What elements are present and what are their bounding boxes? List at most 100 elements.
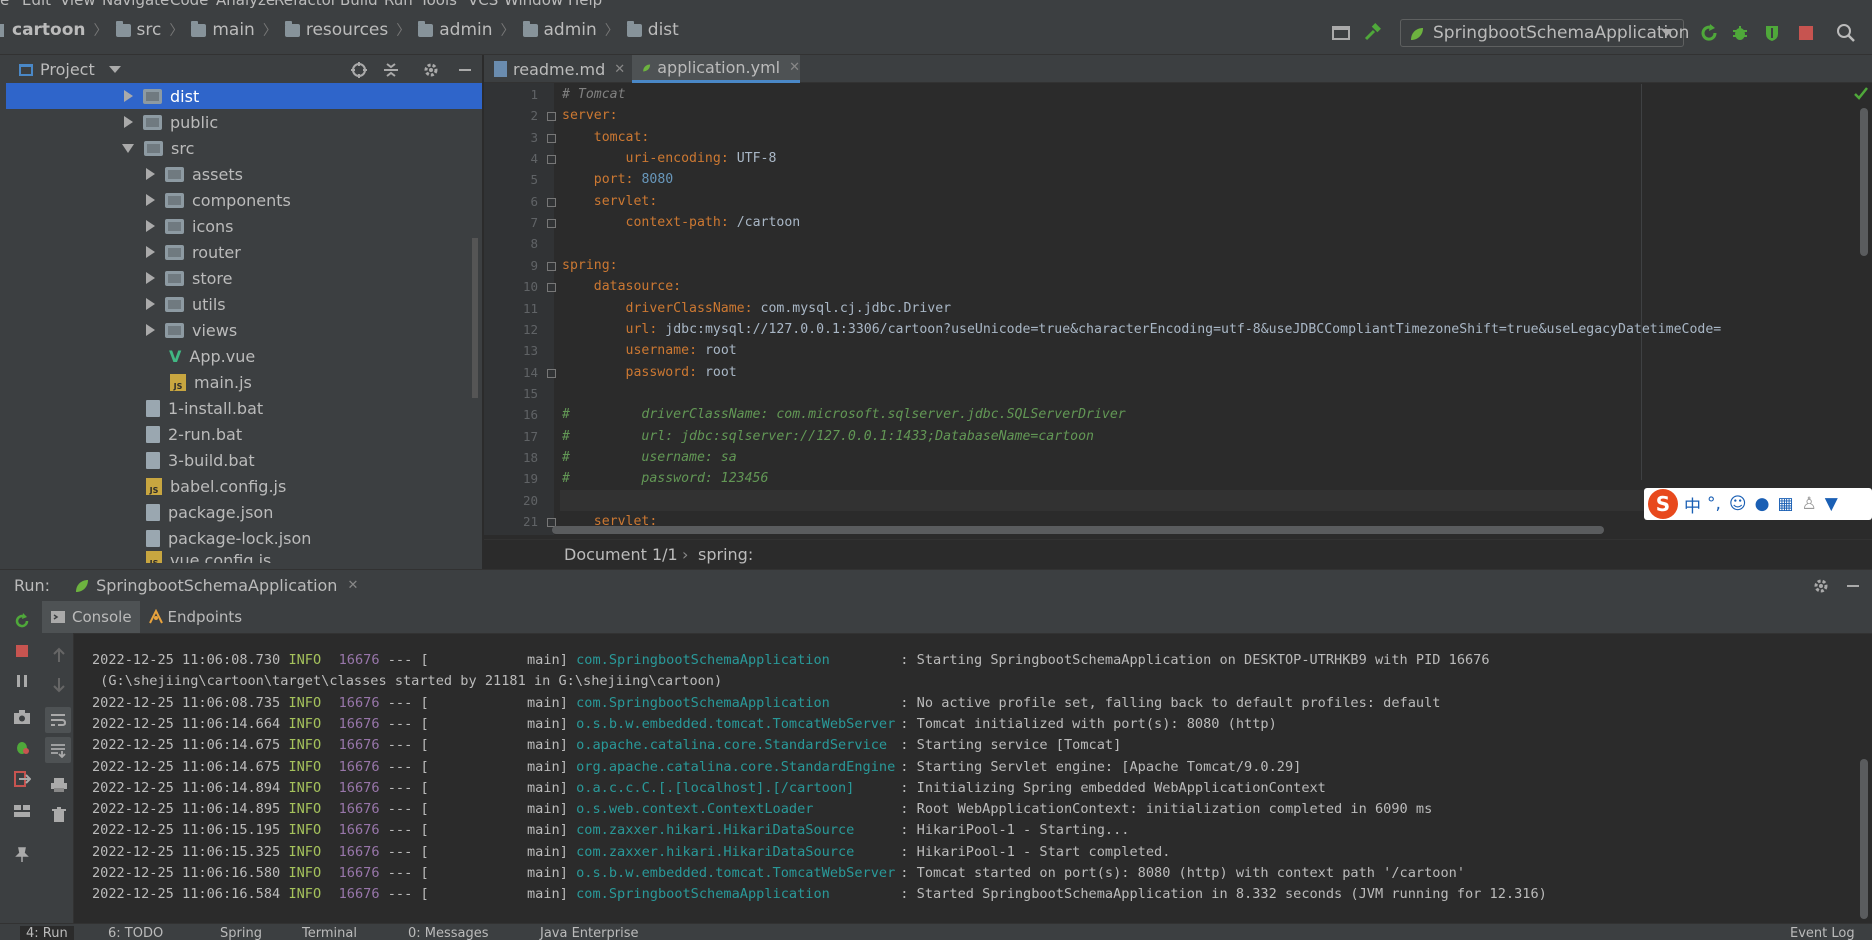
build-hammer-icon[interactable] xyxy=(1362,23,1382,43)
tree-item[interactable]: src xyxy=(6,135,482,161)
close-icon[interactable]: ✕ xyxy=(789,60,800,75)
fold-marker-icon[interactable] xyxy=(547,368,556,378)
user-icon[interactable]: ♙ xyxy=(1802,494,1817,514)
document-indicator[interactable]: Document 1/1 xyxy=(564,545,678,564)
console-output[interactable]: 2022-12-25 11:06:08.730 INFO 16676 --- [… xyxy=(74,633,1872,923)
tool-window-messages[interactable]: 0: Messages xyxy=(408,926,489,940)
fold-marker-icon[interactable] xyxy=(547,261,556,271)
tool-window-todo[interactable]: 6: TODO xyxy=(108,926,163,940)
menu-view[interactable]: View xyxy=(60,0,96,9)
menu-help[interactable]: Help xyxy=(568,0,602,9)
rerun-icon[interactable] xyxy=(1699,23,1719,43)
tree-item[interactable]: JS main.js xyxy=(6,369,482,395)
run-configuration-select[interactable]: SpringbootSchemaApplication xyxy=(1400,19,1689,47)
vertical-scrollbar[interactable] xyxy=(1860,108,1868,256)
tree-item[interactable]: 2-run.bat xyxy=(6,421,482,447)
tool-window-spring[interactable]: Spring xyxy=(220,926,262,940)
chevron-right-icon[interactable] xyxy=(124,116,133,128)
stop-icon[interactable] xyxy=(13,643,31,659)
ime-mode-label[interactable]: 中 xyxy=(1684,492,1701,517)
search-icon[interactable] xyxy=(1836,23,1856,43)
chevron-down-icon[interactable] xyxy=(108,66,121,73)
chevron-right-icon[interactable] xyxy=(146,298,155,310)
chevron-right-icon[interactable] xyxy=(146,220,155,232)
breadcrumb-item[interactable]: resources 〉 xyxy=(277,20,410,40)
tree-item[interactable]: components xyxy=(6,187,482,213)
fold-marker-icon[interactable] xyxy=(547,197,556,207)
chevron-right-icon[interactable] xyxy=(146,324,155,336)
tab-readme[interactable]: readme.md ✕ xyxy=(484,55,628,83)
exit-icon[interactable] xyxy=(13,771,31,787)
run-config-tab[interactable]: SpringbootSchemaApplication xyxy=(96,576,337,595)
gear-icon[interactable] xyxy=(422,61,440,79)
minimize-icon[interactable] xyxy=(456,61,474,79)
console-scrollbar[interactable] xyxy=(1860,759,1868,919)
menu-code[interactable]: Code xyxy=(170,0,208,9)
tree-item[interactable]: package-lock.json xyxy=(6,525,482,551)
scroll-to-end-toggle[interactable] xyxy=(45,737,71,763)
menu-window[interactable]: Window xyxy=(504,0,563,9)
fold-marker-icon[interactable] xyxy=(547,133,556,143)
pin-icon[interactable] xyxy=(13,847,31,863)
locate-icon[interactable] xyxy=(350,61,368,79)
trash-icon[interactable] xyxy=(50,807,68,823)
tree-item[interactable]: assets xyxy=(6,161,482,187)
fold-marker-icon[interactable] xyxy=(547,219,556,229)
project-title[interactable]: Project xyxy=(40,60,95,79)
debug-settings-icon[interactable] xyxy=(13,739,31,755)
close-icon[interactable]: ✕ xyxy=(347,578,358,593)
breadcrumb-item[interactable]: main 〉 xyxy=(183,20,277,40)
pause-icon[interactable] xyxy=(13,673,31,689)
punctuation-icon[interactable]: °, xyxy=(1707,494,1721,514)
menu-navigate[interactable]: Navigate xyxy=(102,0,169,9)
microphone-icon[interactable]: ● xyxy=(1755,494,1770,514)
collapse-all-icon[interactable] xyxy=(382,61,400,79)
stop-icon[interactable] xyxy=(1796,23,1816,43)
layout-icon[interactable] xyxy=(13,803,31,819)
tool-window-run[interactable]: 4: Run xyxy=(20,926,74,940)
fold-marker-icon[interactable] xyxy=(547,283,556,293)
chevron-down-icon[interactable] xyxy=(122,143,134,153)
menu-edit[interactable]: Edit xyxy=(22,0,51,9)
menu-tools[interactable]: Tools xyxy=(420,0,457,9)
breadcrumb-item[interactable]: src 〉 xyxy=(108,20,183,40)
keyboard-icon[interactable]: ▦ xyxy=(1777,494,1793,514)
menu-refactor[interactable]: Refactor xyxy=(274,0,337,9)
soft-wrap-toggle[interactable] xyxy=(45,707,71,733)
tree-item[interactable]: store xyxy=(6,265,482,291)
camera-icon[interactable] xyxy=(13,709,31,725)
tool-window-event-log[interactable]: Event Log xyxy=(1790,926,1855,940)
breadcrumb-item[interactable]: admin 〉 xyxy=(410,20,515,40)
tree-item[interactable]: package.json xyxy=(6,499,482,525)
coverage-icon[interactable] xyxy=(1762,23,1782,43)
tree-item[interactable]: JSvue.config.js xyxy=(6,551,482,563)
chevron-right-icon[interactable] xyxy=(146,272,155,284)
minimize-icon[interactable] xyxy=(1844,577,1862,595)
fold-marker-icon[interactable] xyxy=(547,155,556,165)
yaml-path[interactable]: spring: xyxy=(698,545,753,564)
tree-scrollbar[interactable] xyxy=(472,238,478,398)
chevron-right-icon[interactable] xyxy=(146,194,155,206)
horizontal-scrollbar[interactable] xyxy=(552,526,1604,534)
arrow-down-icon[interactable] xyxy=(50,677,68,693)
tree-item[interactable]: public xyxy=(6,109,482,135)
tool-window-java-enterprise[interactable]: Java Enterprise xyxy=(540,926,638,940)
close-icon[interactable]: ✕ xyxy=(614,62,625,77)
breadcrumb-item[interactable]: cartoon 〉 xyxy=(0,20,108,40)
chevron-right-icon[interactable] xyxy=(124,90,133,102)
menu-run[interactable]: Run xyxy=(384,0,413,9)
menu-vcs[interactable]: VCS xyxy=(468,0,498,9)
menu-build[interactable]: Build xyxy=(340,0,378,9)
tab-endpoints[interactable]: Endpoints xyxy=(140,601,251,633)
gear-icon[interactable] xyxy=(1812,577,1830,595)
emoji-icon[interactable]: ☺ xyxy=(1729,494,1747,514)
tree-item[interactable]: router xyxy=(6,239,482,265)
tree-item[interactable]: JS babel.config.js xyxy=(6,473,482,499)
breadcrumb-item[interactable]: dist xyxy=(619,20,679,40)
breadcrumb-item[interactable]: admin 〉 xyxy=(515,20,619,40)
tree-item[interactable]: views xyxy=(6,317,482,343)
chevron-right-icon[interactable] xyxy=(146,246,155,258)
menu-analyze[interactable]: Analyze xyxy=(216,0,275,9)
tool-window-terminal[interactable]: Terminal xyxy=(302,926,357,940)
tree-item[interactable]: V App.vue xyxy=(6,343,482,369)
